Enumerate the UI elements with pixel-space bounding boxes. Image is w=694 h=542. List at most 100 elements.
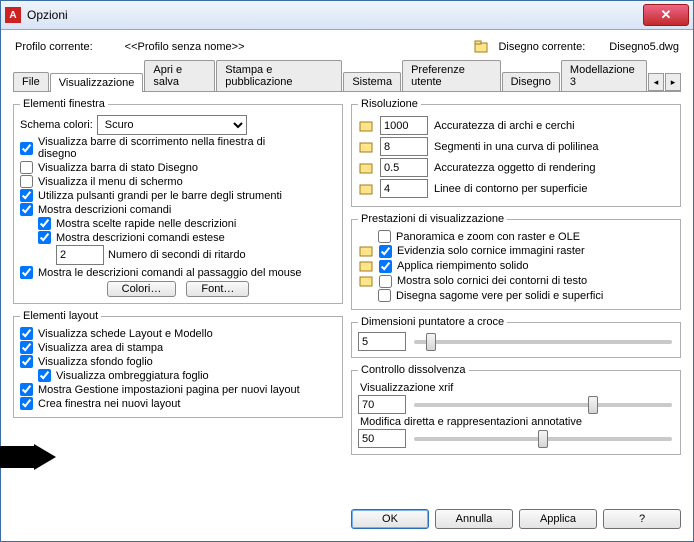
current-drawing-value: Disegno5.dwg — [609, 41, 679, 53]
lbl-screenmenu: Visualizza il menu di schermo — [38, 176, 183, 188]
cb-pan-zoom[interactable] — [378, 230, 391, 243]
lbl-highlight-raster: Evidenzia solo cornice immagini raster — [397, 245, 585, 257]
ok-button[interactable]: OK — [351, 509, 429, 529]
drawing-icon — [358, 140, 374, 154]
group-performance: Prestazioni di visualizzazione Panoramic… — [351, 213, 681, 310]
lbl-pan-zoom: Panoramica e zoom con raster e OLE — [396, 231, 580, 243]
tabs: File Visualizzazione Apri e salva Stampa… — [13, 60, 681, 92]
lbl-shortcuts: Mostra scelte rapide nelle descrizioni — [56, 218, 236, 230]
lbl-scrollbars: Visualizza barre di scorrimento nella fi… — [38, 136, 278, 160]
cb-statusbar[interactable] — [20, 161, 33, 174]
cb-paper-bg[interactable] — [20, 355, 33, 368]
drawing-icon — [358, 182, 374, 196]
crosshair-size-field[interactable] — [358, 332, 406, 351]
drawing-icon — [358, 274, 374, 288]
lbl-ext-tooltips: Mostra descrizioni comandi estese — [56, 232, 225, 244]
cb-paper-shadow[interactable] — [38, 369, 51, 382]
cb-make-viewport[interactable] — [20, 397, 33, 410]
tab-open-save[interactable]: Apri e salva — [144, 60, 215, 91]
tab-visualization[interactable]: Visualizzazione — [50, 73, 144, 92]
window-title: Opzioni — [27, 8, 643, 22]
cb-layout-tabs[interactable] — [20, 327, 33, 340]
cb-rollover[interactable] — [20, 266, 33, 279]
lbl-paper-shadow: Visualizza ombreggiatura foglio — [56, 370, 209, 382]
tabs-scroll-left[interactable]: ◂ — [648, 73, 664, 91]
lbl-statusbar: Visualizza barra di stato Disegno — [38, 162, 198, 174]
lbl-rollover: Mostra le descrizioni comandi al passagg… — [38, 267, 302, 279]
drawing-icon — [358, 161, 374, 175]
group-fade-control-legend: Controllo dissolvenza — [358, 364, 469, 376]
group-resolution-legend: Risoluzione — [358, 98, 421, 110]
app-icon: A — [5, 7, 21, 23]
tab-system[interactable]: Sistema — [343, 72, 401, 91]
current-drawing-label: Disegno corrente: — [498, 41, 585, 53]
drawing-icon — [474, 40, 488, 54]
cb-text-frame[interactable] — [379, 275, 392, 288]
lbl-bigbuttons: Utilizza pulsanti grandi per le barre de… — [38, 190, 282, 202]
crosshair-size-slider[interactable] — [414, 340, 672, 344]
group-layout-elements-legend: Elementi layout — [20, 310, 101, 322]
polyline-segs-label: Segmenti in una curva di polilinea — [434, 141, 599, 153]
cb-bigbuttons[interactable] — [20, 189, 33, 202]
cb-tooltips[interactable] — [20, 203, 33, 216]
cb-page-setup[interactable] — [20, 383, 33, 396]
color-scheme-label: Schema colori: — [20, 119, 93, 131]
tab-drawing[interactable]: Disegno — [502, 72, 560, 91]
group-crosshair-legend: Dimensioni puntatore a croce — [358, 316, 507, 328]
arc-accuracy-field[interactable] — [380, 116, 428, 135]
group-layout-elements: Elementi layout Visualizza schede Layout… — [13, 310, 343, 418]
group-resolution: Risoluzione Accuratezza di archi e cerch… — [351, 98, 681, 207]
colors-button[interactable]: Colori… — [107, 281, 177, 297]
lbl-layout-tabs: Visualizza schede Layout e Modello — [38, 328, 213, 340]
surface-contours-field[interactable] — [380, 179, 428, 198]
cb-scrollbars[interactable] — [20, 142, 33, 155]
tab-file[interactable]: File — [13, 72, 49, 91]
lbl-text-frame: Mostra solo cornici dei contorni di test… — [397, 275, 587, 287]
polyline-segs-field[interactable] — [380, 137, 428, 156]
arc-accuracy-label: Accuratezza di archi e cerchi — [434, 120, 575, 132]
edit-fade-slider[interactable] — [414, 437, 672, 441]
cb-screenmenu[interactable] — [20, 175, 33, 188]
cb-solid-fill[interactable] — [379, 260, 392, 273]
group-window-elements: Elementi finestra Schema colori: Scuro V… — [13, 98, 343, 304]
group-crosshair: Dimensioni puntatore a croce — [351, 316, 681, 358]
drawing-icon — [358, 244, 374, 258]
xref-fade-field[interactable] — [358, 395, 406, 414]
lbl-page-setup: Mostra Gestione impostazioni pagina per … — [38, 384, 300, 396]
help-button[interactable]: ? — [603, 509, 681, 529]
group-fade-control: Controllo dissolvenza Visualizzazione xr… — [351, 364, 681, 455]
lbl-make-viewport: Crea finestra nei nuovi layout — [38, 398, 180, 410]
xref-fade-slider[interactable] — [414, 403, 672, 407]
lbl-print-area: Visualizza area di stampa — [38, 342, 163, 354]
lbl-solid-fill: Applica riempimento solido — [397, 260, 528, 272]
cancel-button[interactable]: Annulla — [435, 509, 513, 529]
delay-field[interactable] — [56, 245, 104, 265]
lbl-silhouettes: Disegna sagome vere per solidi e superfi… — [396, 290, 603, 302]
close-button[interactable]: ✕ — [643, 4, 689, 26]
tab-print[interactable]: Stampa e pubblicazione — [216, 60, 342, 91]
color-scheme-select[interactable]: Scuro — [97, 115, 247, 135]
current-profile-value: <<Profilo senza nome>> — [125, 41, 245, 53]
tab-user-prefs[interactable]: Preferenze utente — [402, 60, 500, 91]
apply-button[interactable]: Applica — [519, 509, 597, 529]
render-accuracy-field[interactable] — [380, 158, 428, 177]
cb-highlight-raster[interactable] — [379, 245, 392, 258]
profile-row: Profilo corrente: <<Profilo senza nome>>… — [13, 38, 681, 60]
cb-print-area[interactable] — [20, 341, 33, 354]
edit-fade-field[interactable] — [358, 429, 406, 448]
surface-contours-label: Linee di contorno per superficie — [434, 183, 587, 195]
fonts-button[interactable]: Font… — [186, 281, 249, 297]
group-performance-legend: Prestazioni di visualizzazione — [358, 213, 507, 225]
cb-ext-tooltips[interactable] — [38, 231, 51, 244]
current-profile-label: Profilo corrente: — [15, 41, 93, 53]
lbl-paper-bg: Visualizza sfondo foglio — [38, 356, 153, 368]
tab-3d-modeling[interactable]: Modellazione 3 — [561, 60, 647, 91]
drawing-icon — [358, 119, 374, 133]
footer-buttons: OK Annulla Applica ? — [13, 501, 681, 537]
cb-shortcuts[interactable] — [38, 217, 51, 230]
tabs-scroll-right[interactable]: ▸ — [665, 73, 681, 91]
group-window-elements-legend: Elementi finestra — [20, 98, 108, 110]
render-accuracy-label: Accuratezza oggetto di rendering — [434, 162, 595, 174]
drawing-icon — [358, 259, 374, 273]
cb-silhouettes[interactable] — [378, 289, 391, 302]
